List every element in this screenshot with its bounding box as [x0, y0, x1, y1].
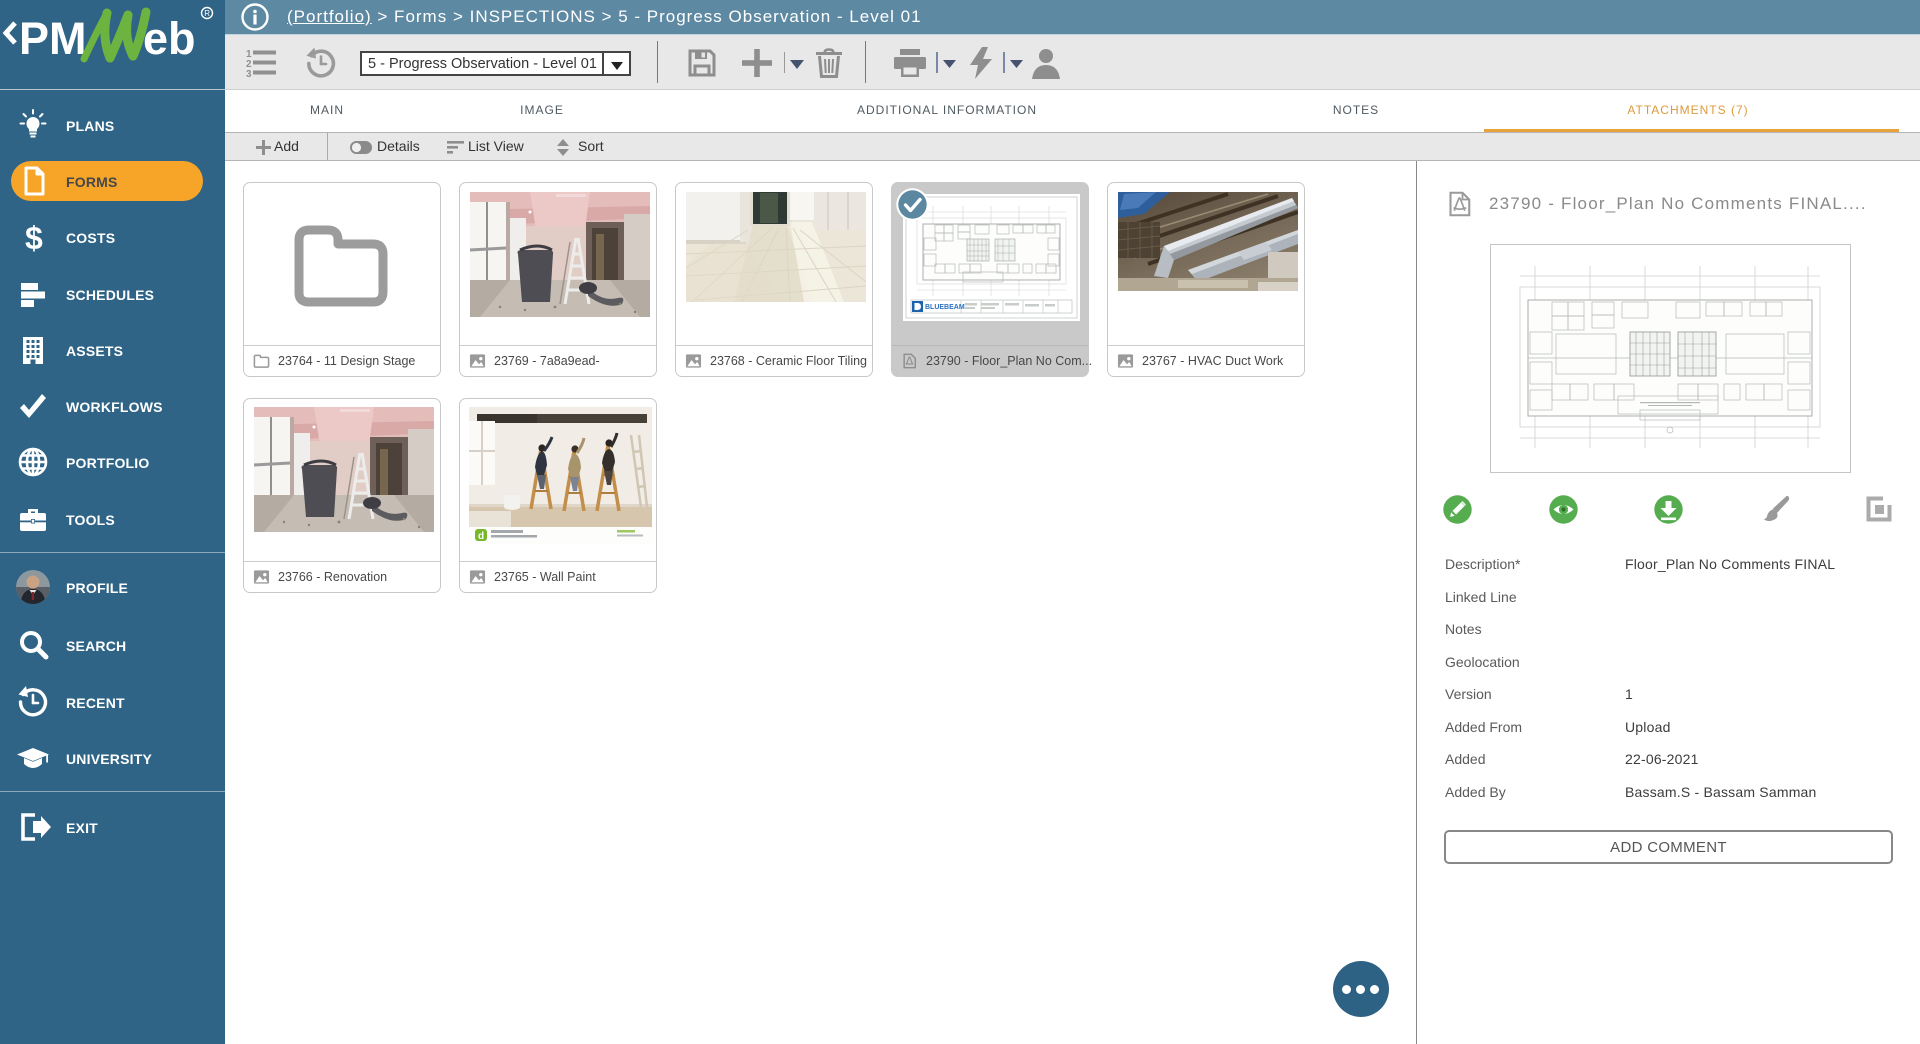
svg-text:$: $ [25, 220, 43, 255]
svg-text:BLUEBEAM: BLUEBEAM [925, 304, 965, 311]
svg-text:eb: eb [143, 13, 196, 64]
svg-text:d: d [478, 531, 484, 542]
svg-text:3: 3 [246, 69, 252, 78]
svg-text:PM: PM [19, 13, 87, 64]
svg-text:R: R [204, 9, 210, 18]
